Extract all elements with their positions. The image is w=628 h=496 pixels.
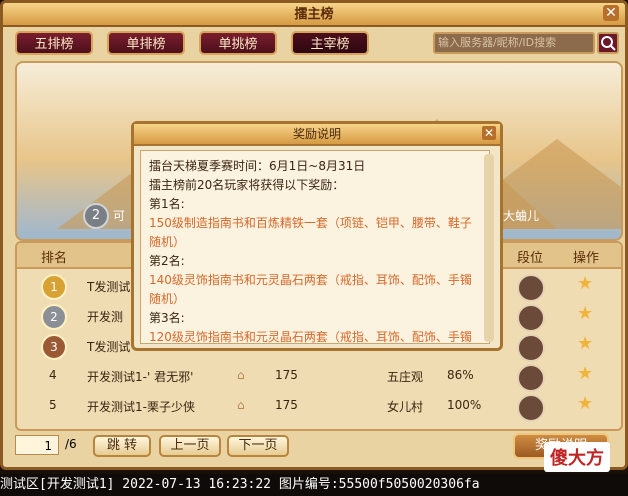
house-icon: ⌂ xyxy=(237,368,245,382)
window-title: 擂主榜 xyxy=(294,7,334,22)
rank-3-reward: 120级灵饰指南书和元灵晶石两套（戒指、耳饰、配饰、手镯随机） xyxy=(149,330,472,344)
popup-title: 奖励说明 xyxy=(134,124,500,146)
rank-number: 4 xyxy=(49,368,57,382)
leaderboard-window: 擂主榜 ✕ 五排榜 单排榜 单挑榜 主宰榜 输入服务器/昵称/ID搜索 2 可 … xyxy=(0,0,628,470)
star-icon[interactable]: ★ xyxy=(577,333,593,354)
player-name: T发测试 xyxy=(87,340,131,354)
search-input[interactable]: 输入服务器/昵称/ID搜索 xyxy=(433,32,595,54)
tab-single-rank[interactable]: 单排榜 xyxy=(107,31,185,55)
watermark-logo: 傻大方 xyxy=(544,442,610,472)
star-icon[interactable]: ★ xyxy=(577,303,593,324)
page-total: /6 xyxy=(65,437,77,451)
silver-medal-icon: 2 xyxy=(41,304,67,330)
school: 五庄观 xyxy=(387,370,424,384)
tab-master-rank[interactable]: 主宰榜 xyxy=(291,31,369,55)
popup-content: 擂台天梯夏季赛时间：6月1日~8月31日 擂主榜前20名玩家将获得以下奖励： 第… xyxy=(140,150,490,344)
tab-five-rank[interactable]: 五排榜 xyxy=(15,31,93,55)
school: 女儿村 xyxy=(387,400,424,414)
house-icon: ⌂ xyxy=(237,398,245,412)
table-row[interactable]: 4 开发测试1-' 君无邪' ⌂ 175 五庄观 86% ★ xyxy=(17,361,621,392)
search-icon xyxy=(601,36,616,51)
score: 175 xyxy=(275,398,298,412)
score: 175 xyxy=(275,368,298,382)
star-icon[interactable]: ★ xyxy=(577,393,593,414)
rank-1-label: 第1名: xyxy=(149,197,185,211)
status-footer: 测试区[开发测试1] 2022-07-13 16:23:22 图片编号:5550… xyxy=(0,474,628,496)
col-rank: 排名 xyxy=(41,251,68,266)
reward-info-popup: 奖励说明 ✕ 擂台天梯夏季赛时间：6月1日~8月31日 擂主榜前20名玩家将获得… xyxy=(131,121,503,351)
tier-icon xyxy=(517,364,545,392)
close-icon[interactable]: ✕ xyxy=(603,5,619,21)
star-icon[interactable]: ★ xyxy=(577,363,593,384)
rank-3-name: 大蛐儿 xyxy=(503,209,540,223)
next-page-button[interactable]: 下一页 xyxy=(227,435,289,457)
page-input[interactable]: 1 xyxy=(15,435,59,455)
gold-medal-icon: 1 xyxy=(41,274,67,300)
season-time: 擂台天梯夏季赛时间：6月1日~8月31日 xyxy=(149,159,366,173)
close-icon[interactable]: ✕ xyxy=(482,126,496,140)
player-name: T发测试 xyxy=(87,280,131,294)
rank-2-reward: 140级灵饰指南书和元灵晶石两套（戒指、耳饰、配饰、手镯随机） xyxy=(149,273,472,306)
bronze-medal-icon: 3 xyxy=(41,334,67,360)
scrollbar[interactable] xyxy=(484,154,494,342)
table-row[interactable]: 5 开发测试1-栗子少侠 ⌂ 175 女儿村 100% ★ xyxy=(17,391,621,422)
player-name: 开发测试1-栗子少侠 xyxy=(87,400,195,414)
jump-button[interactable]: 跳 转 xyxy=(93,435,151,457)
col-action: 操作 xyxy=(573,251,600,266)
title-bar: 擂主榜 ✕ xyxy=(3,3,625,27)
reward-intro: 擂主榜前20名玩家将获得以下奖励： xyxy=(149,178,345,192)
prev-page-button[interactable]: 上一页 xyxy=(159,435,221,457)
rank-number: 5 xyxy=(49,398,57,412)
rank-2-label: 第2名: xyxy=(149,254,185,268)
player-name: 开发测 xyxy=(87,310,124,324)
col-tier: 段位 xyxy=(517,251,544,266)
win-rate: 100% xyxy=(447,398,482,412)
win-rate: 86% xyxy=(447,368,474,382)
tab-duel-rank[interactable]: 单挑榜 xyxy=(199,31,277,55)
rank-2-badge: 2 xyxy=(83,203,109,229)
tier-icon xyxy=(517,274,545,302)
rank-2-name: 可 xyxy=(113,209,126,223)
rank-1-reward: 150级制造指南书和百炼精铁一套（项链、铠甲、腰带、鞋子随机） xyxy=(149,216,472,249)
star-icon[interactable]: ★ xyxy=(577,273,593,294)
search-button[interactable] xyxy=(597,32,619,54)
tier-icon xyxy=(517,394,545,422)
tier-icon xyxy=(517,334,545,362)
rank-3-label: 第3名: xyxy=(149,311,185,325)
player-name: 开发测试1-' 君无邪' xyxy=(87,370,194,384)
tier-icon xyxy=(517,304,545,332)
